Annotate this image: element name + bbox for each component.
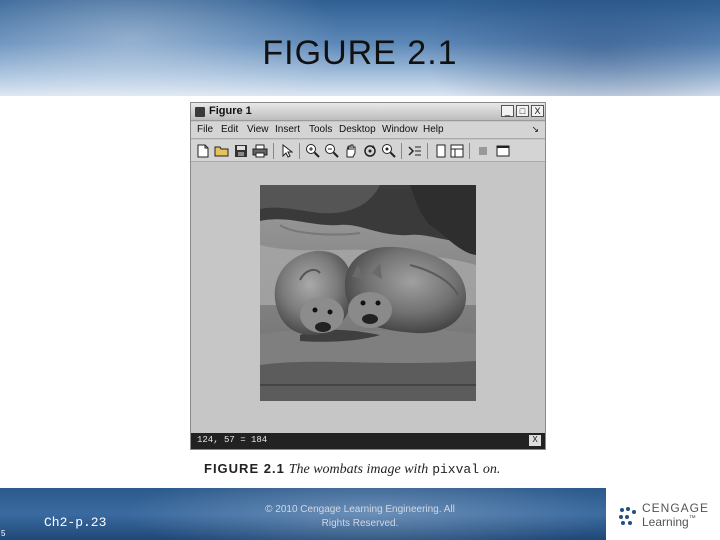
legend-icon[interactable] — [433, 143, 449, 159]
open-file-icon[interactable] — [214, 143, 230, 159]
matlab-figure-icon — [195, 107, 205, 117]
toolbar-divider — [469, 143, 470, 159]
figure-title: Figure 1 — [209, 105, 252, 117]
slide-number: 5 — [1, 529, 6, 538]
colorbar-icon[interactable] — [407, 143, 423, 159]
title-band: FIGURE 2.1 — [0, 0, 720, 96]
rotate-3d-icon[interactable] — [362, 143, 378, 159]
status-close-button[interactable]: X — [529, 435, 541, 446]
figure-toolbar — [191, 140, 545, 162]
copyright-line-1: © 2010 Cengage Learning Engineering. All — [265, 504, 455, 515]
toolbar-divider — [427, 143, 428, 159]
cengage-logo: CENGAGE Learning™ — [606, 488, 720, 540]
pixel-value-readout: 124, 57 = 184 — [197, 435, 268, 445]
caption-code: pixval — [432, 462, 480, 477]
save-icon[interactable] — [233, 143, 249, 159]
logo-trademark: ™ — [688, 515, 696, 522]
new-figure-icon[interactable] — [195, 143, 211, 159]
copyright-line-2: Rights Reserved. — [321, 518, 399, 529]
close-icon[interactable]: X — [531, 105, 544, 117]
figure-caption: FIGURE 2.1 The wombats image with pixval… — [204, 460, 500, 478]
figure-menubar: File Edit View Insert Tools Desktop Wind… — [191, 122, 545, 139]
zoom-out-icon[interactable] — [324, 143, 340, 159]
menu-desktop[interactable]: Desktop — [339, 124, 376, 135]
menu-tools[interactable]: Tools — [309, 124, 332, 135]
logo-sub-text: Learning — [642, 515, 689, 529]
figure-canvas — [191, 163, 545, 433]
zoom-in-icon[interactable] — [305, 143, 321, 159]
toolbar-divider — [273, 143, 274, 159]
dock-figure-icon[interactable] — [495, 143, 511, 159]
menu-insert[interactable]: Insert — [275, 124, 300, 135]
menu-edit[interactable]: Edit — [221, 124, 238, 135]
figure-window[interactable]: Figure 1 _ □ X File Edit View Insert Too… — [190, 102, 546, 450]
data-cursor-icon[interactable] — [381, 143, 397, 159]
logo-brand: CENGAGE — [642, 501, 710, 515]
menu-window[interactable]: Window — [382, 124, 418, 135]
pan-icon[interactable] — [343, 143, 359, 159]
slide-title: FIGURE 2.1 — [262, 34, 458, 72]
wombats-image[interactable] — [260, 185, 476, 401]
chapter-reference: Ch2-p.23 — [44, 515, 107, 530]
slide-footer: 5 Ch2-p.23 © 2010 Cengage Learning Engin… — [0, 488, 720, 540]
print-icon[interactable] — [252, 143, 268, 159]
show-plot-tools-icon[interactable] — [475, 143, 491, 159]
toolbar-divider — [299, 143, 300, 159]
figure-titlebar[interactable]: Figure 1 _ □ X — [191, 103, 545, 121]
toolbar-divider — [401, 143, 402, 159]
edit-plot-icon[interactable] — [279, 143, 295, 159]
maximize-icon[interactable]: □ — [516, 105, 529, 117]
caption-text: The wombats image with — [288, 462, 429, 477]
arrow-icon[interactable]: ↘ — [531, 124, 539, 135]
hide-plot-tools-icon[interactable] — [449, 143, 465, 159]
minimize-icon[interactable]: _ — [501, 105, 514, 117]
menu-view[interactable]: View — [247, 124, 269, 135]
caption-label: FIGURE 2.1 — [204, 461, 285, 476]
caption-suffix: on. — [482, 462, 501, 477]
logo-sub: Learning™ — [642, 515, 696, 529]
menu-help[interactable]: Help — [423, 124, 444, 135]
copyright-notice: © 2010 Cengage Learning Engineering. All… — [250, 503, 470, 531]
cengage-dots-icon — [619, 507, 636, 525]
pixval-status-bar: 124, 57 = 184 X — [191, 433, 545, 449]
menu-file[interactable]: File — [197, 124, 213, 135]
